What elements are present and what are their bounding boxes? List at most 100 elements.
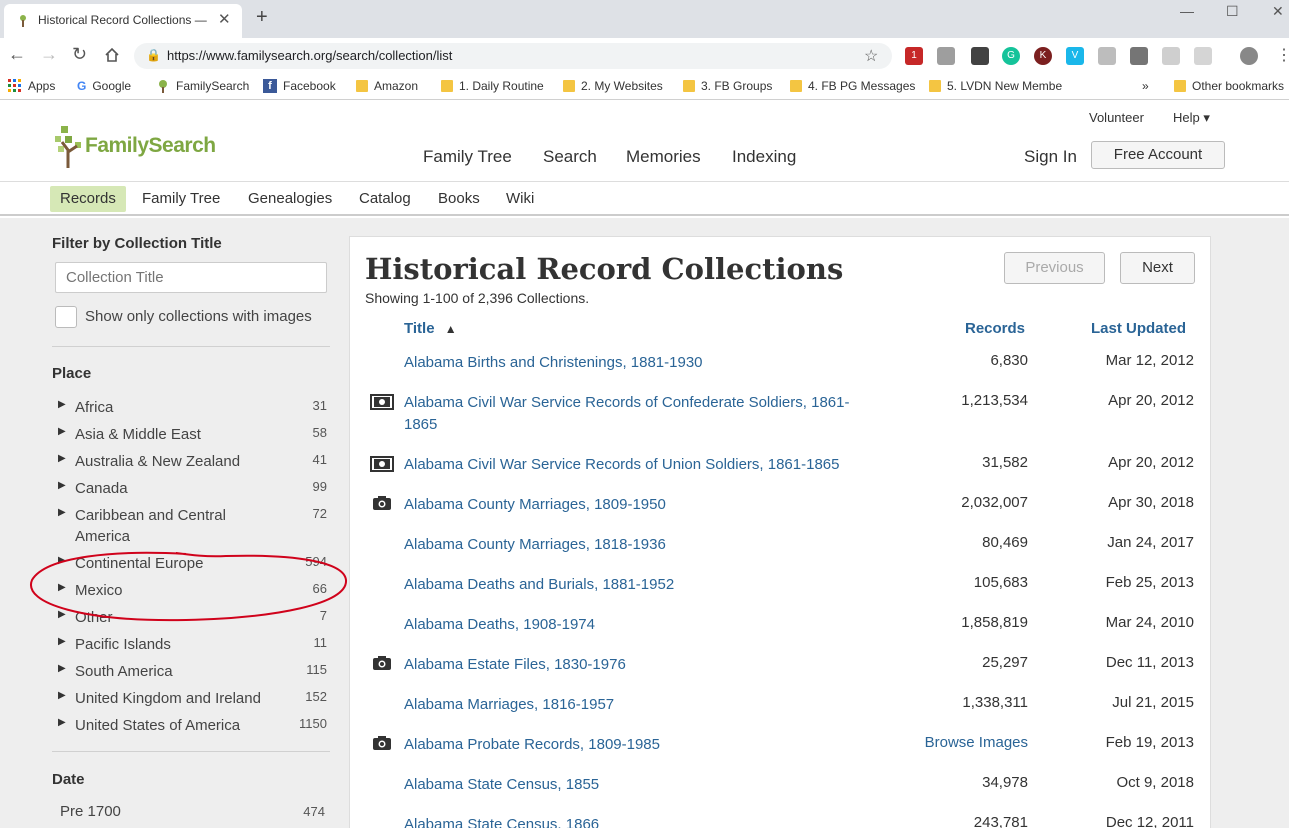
browser-tab[interactable]: Historical Record Collections — F ✕ [4,4,242,38]
collection-link[interactable]: Alabama Births and Christenings, 1881-19… [404,352,864,374]
paperclip-icon[interactable] [1130,47,1148,65]
camera-icon [373,496,391,510]
collection-link[interactable]: Alabama Marriages, 1816-1957 [404,694,864,716]
collection-link[interactable]: Alabama Probate Records, 1809-1985 [404,734,864,756]
menu-kebab-icon[interactable]: ⋮ [1276,45,1289,65]
camera-icon [373,656,391,670]
column-updated-header[interactable]: Last Updated [1091,320,1186,337]
place-name: United Kingdom and Ireland [75,690,261,707]
close-window-button[interactable]: ✕ [1272,3,1284,20]
collection-link[interactable]: Alabama Civil War Service Records of Uni… [404,454,904,476]
filter-heading: Filter by Collection Title [52,235,222,252]
subnav-wiki[interactable]: Wiki [496,186,544,212]
collection-link[interactable]: Alabama County Marriages, 1809-1950 [404,494,864,516]
expand-triangle-icon[interactable]: ▶ [58,636,66,647]
expand-triangle-icon[interactable]: ▶ [58,663,66,674]
volunteer-link[interactable]: Volunteer [1089,110,1144,125]
results-count: Showing 1-100 of 2,396 Collections. [365,290,590,306]
previous-button[interactable]: Previous [1004,252,1105,284]
subnav-genealogies[interactable]: Genealogies [238,186,342,212]
umbrella-extension-icon[interactable] [1098,47,1116,65]
images-only-checkbox[interactable] [55,306,77,328]
bookmark-lvdn[interactable]: 5. LVDN New Membe [929,79,1063,93]
subnav-catalog[interactable]: Catalog [349,186,421,212]
nav-search[interactable]: Search [543,147,597,167]
record-count: 1,858,819 [961,614,1028,631]
forward-icon[interactable]: → [40,44,58,65]
profile-avatar[interactable] [1240,47,1258,65]
nav-memories[interactable]: Memories [626,147,701,167]
place-name: South America [75,663,173,680]
expand-triangle-icon[interactable]: ▶ [58,453,66,464]
vimeo-icon[interactable]: V [1066,47,1084,65]
pen-extension-icon[interactable] [971,47,989,65]
expand-triangle-icon[interactable]: ▶ [58,399,66,410]
collection-link[interactable]: Alabama Estate Files, 1830-1976 [404,654,864,676]
bookmark-apps[interactable]: Apps [8,79,55,93]
collection-link[interactable]: Alabama State Census, 1866 [404,814,864,828]
place-name: Mexico [75,582,123,599]
close-tab-icon[interactable]: ✕ [218,10,231,28]
k-extension-icon[interactable]: K [1034,47,1052,65]
back-icon[interactable]: ← [8,44,26,65]
bookmark-other[interactable]: Other bookmarks [1174,79,1284,93]
collection-link[interactable]: Alabama Deaths and Burials, 1881-1952 [404,574,864,596]
column-title-header[interactable]: Title ▲ [404,320,457,337]
expand-triangle-icon[interactable]: ▶ [58,426,66,437]
grammarly-icon[interactable]: G [1002,47,1020,65]
last-updated: Oct 9, 2018 [1116,774,1194,791]
column-records-header[interactable]: Records [965,320,1025,337]
minimize-button[interactable]: — [1180,3,1194,19]
reload-icon[interactable]: ↻ [72,44,87,65]
expand-triangle-icon[interactable]: ▶ [58,717,66,728]
bookmark-fb-pg-messages[interactable]: 4. FB PG Messages [790,79,915,93]
maximize-button[interactable]: ☐ [1226,3,1239,20]
camera-extension-icon[interactable] [937,47,955,65]
extension-red-icon[interactable]: 1 [905,47,923,65]
place-count: 72 [312,506,327,521]
expand-triangle-icon[interactable]: ▶ [58,609,66,620]
bookmark-familysearch[interactable]: FamilySearch [156,79,249,93]
next-button[interactable]: Next [1120,252,1195,284]
bookmark-fb-groups[interactable]: 3. FB Groups [683,79,772,93]
sidebar-divider [52,346,330,347]
tree-logo-icon [55,126,81,168]
help-menu[interactable]: Help ▾ [1173,110,1210,126]
collection-link[interactable]: Alabama Deaths, 1908-1974 [404,614,864,636]
collection-link[interactable]: Alabama State Census, 1855 [404,774,864,796]
sign-in-link[interactable]: Sign In [1024,147,1077,167]
images-only-label: Show only collections with images [85,308,312,325]
bookmark-label: Facebook [283,79,336,93]
bookmark-google[interactable]: G Google [77,79,131,93]
familysearch-logo[interactable]: FamilySearch [55,124,216,168]
expand-triangle-icon[interactable]: ▶ [58,555,66,566]
bookmark-amazon[interactable]: Amazon [356,79,418,93]
expand-triangle-icon[interactable]: ▶ [58,582,66,593]
subnav-books[interactable]: Books [428,186,490,212]
bookmarks-overflow-button[interactable]: » [1142,79,1149,93]
new-tab-button[interactable]: + [256,6,268,29]
expand-triangle-icon[interactable]: ▶ [58,690,66,701]
bookmark-facebook[interactable]: f Facebook [263,79,336,93]
free-account-button[interactable]: Free Account [1091,141,1225,169]
page-title: Historical Record Collections [365,252,844,286]
collection-link[interactable]: Alabama Civil War Service Records of Con… [404,392,864,436]
expand-triangle-icon[interactable]: ▶ [58,507,66,518]
bookmark-star-icon[interactable]: ☆ [864,46,878,66]
subnav-records[interactable]: Records [50,186,126,212]
bookmark-my-websites[interactable]: 2. My Websites [563,79,663,93]
nav-indexing[interactable]: Indexing [732,147,796,167]
collection-link[interactable]: Alabama County Marriages, 1818-1936 [404,534,864,556]
expand-triangle-icon[interactable]: ▶ [58,480,66,491]
home-icon[interactable] [104,47,120,63]
browse-images-link[interactable]: Browse Images [925,734,1028,751]
address-bar[interactable]: 🔒 https://www.familysearch.org/search/co… [134,43,892,69]
record-count: 80,469 [982,534,1028,551]
collection-title-input[interactable] [55,262,327,293]
date-item-pre-1700[interactable]: Pre 1700 474 [60,803,330,820]
subnav-family-tree[interactable]: Family Tree [132,186,230,212]
clip-extension-icon[interactable] [1162,47,1180,65]
nav-family-tree[interactable]: Family Tree [423,147,512,167]
clip2-extension-icon[interactable] [1194,47,1212,65]
bookmark-daily-routine[interactable]: 1. Daily Routine [441,79,544,93]
